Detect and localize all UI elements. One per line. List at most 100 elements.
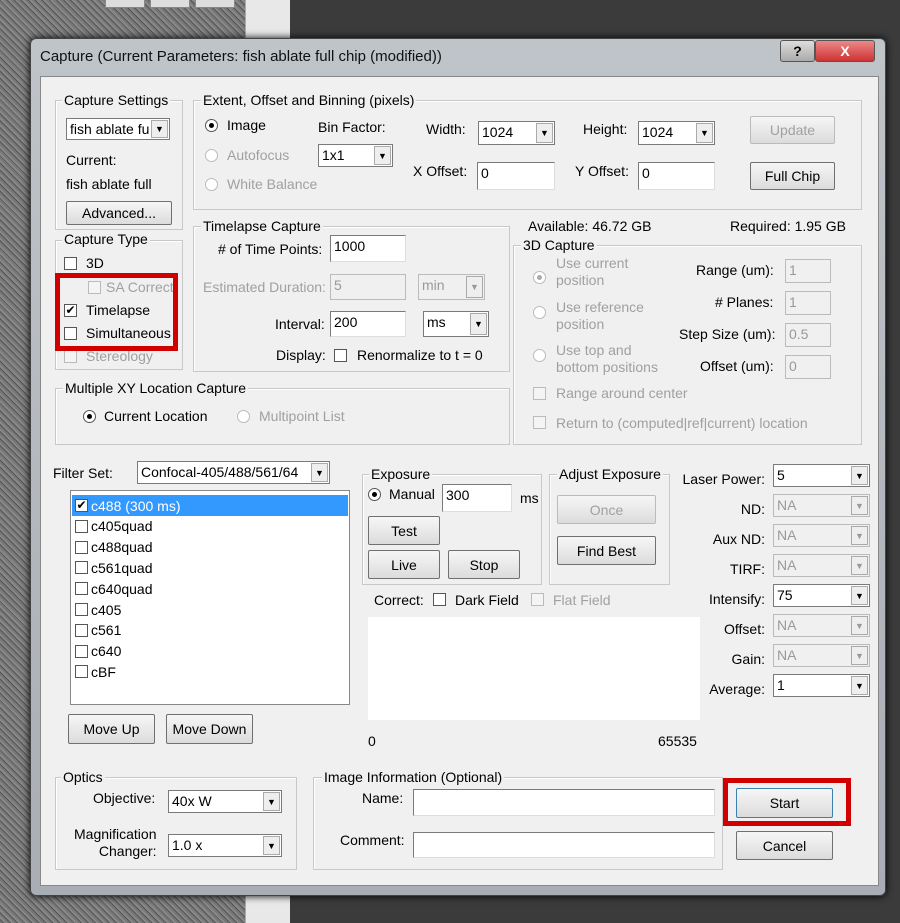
laser-setting-select[interactable]: 5 ▼	[773, 464, 870, 487]
objective-select[interactable]: 40x W ▼	[168, 790, 282, 813]
multipoint-radio[interactable]	[237, 410, 250, 423]
3d-checkbox[interactable]	[64, 257, 77, 270]
filter-checkbox[interactable]	[75, 603, 88, 616]
exposure-input[interactable]: 300	[442, 484, 512, 512]
flat-field-checkbox[interactable]	[531, 593, 544, 606]
comment-input[interactable]	[413, 832, 715, 858]
filter-name: c405	[91, 601, 122, 618]
step-size-input[interactable]: 0.5	[785, 323, 831, 347]
filter-list-item[interactable]: c561	[72, 620, 348, 641]
filter-list-item[interactable]: c561quad	[72, 557, 348, 578]
return-location-checkbox[interactable]	[533, 416, 546, 429]
laser-setting-select[interactable]: NA ▼	[773, 614, 870, 637]
planes-input[interactable]: 1	[785, 291, 831, 315]
white-balance-radio[interactable]	[205, 178, 218, 191]
filter-list-item[interactable]: c405quad	[72, 516, 348, 537]
manual-radio[interactable]	[368, 488, 381, 501]
laser-setting-select[interactable]: NA ▼	[773, 524, 870, 547]
laser-setting-select[interactable]: NA ▼	[773, 644, 870, 667]
select-value: 40x W	[172, 793, 212, 809]
flat-field-label: Flat Field	[553, 592, 611, 608]
offset-3d-input[interactable]: 0	[785, 355, 831, 379]
use-reference-radio[interactable]	[533, 306, 546, 319]
move-down-button[interactable]: Move Down	[166, 714, 253, 744]
filter-name: c488quad	[91, 539, 153, 556]
laser-setting-label: TIRF:	[730, 561, 765, 577]
full-chip-button[interactable]: Full Chip	[750, 162, 835, 190]
range-center-checkbox[interactable]	[533, 387, 546, 400]
live-button[interactable]: Live	[368, 550, 440, 579]
filter-list-item[interactable]: c640	[72, 641, 348, 662]
filter-checkbox[interactable]	[75, 519, 88, 533]
preset-select[interactable]: fish ablate fu ▼	[66, 118, 170, 140]
filter-checkbox[interactable]	[75, 561, 88, 575]
name-input[interactable]	[413, 789, 715, 816]
height-select[interactable]: 1024 ▼	[638, 121, 715, 145]
laser-setting-select[interactable]: 1 ▼	[773, 674, 870, 697]
estimated-duration-input[interactable]: 5	[330, 274, 406, 300]
test-button[interactable]: Test	[368, 516, 440, 545]
filter-list-item[interactable]: c640quad	[72, 578, 348, 599]
available-space: Available: 46.72 GB	[528, 218, 652, 234]
filter-checkbox[interactable]	[75, 665, 88, 679]
find-best-button[interactable]: Find Best	[557, 536, 656, 565]
filter-checkbox[interactable]	[75, 623, 88, 637]
interval-unit-select[interactable]: ms ▼	[423, 311, 489, 337]
label-line: Use top and	[556, 342, 632, 358]
once-button[interactable]: Once	[557, 495, 656, 524]
current-location-radio[interactable]	[83, 410, 96, 423]
name-label: Name:	[362, 790, 404, 806]
filter-checkbox[interactable]	[75, 582, 88, 596]
histogram-max: 65535	[658, 733, 697, 749]
filter-list-item[interactable]: cBF	[72, 661, 348, 682]
select-value: fish ablate fu	[70, 121, 150, 137]
move-up-button[interactable]: Move Up	[68, 714, 155, 744]
filter-list-item[interactable]: c405	[72, 599, 348, 620]
duration-unit-select[interactable]: min ▼	[418, 274, 485, 300]
filter-set-select[interactable]: Confocal-405/488/561/64 ▼	[137, 461, 330, 484]
filter-list-item[interactable]: ✔ c488 (300 ms)	[72, 495, 348, 516]
renormalize-checkbox[interactable]	[334, 349, 347, 362]
use-current-radio[interactable]	[533, 271, 546, 284]
use-top-bottom-radio[interactable]	[533, 349, 546, 362]
label-line: position	[556, 272, 605, 288]
y-offset-input[interactable]: 0	[638, 162, 715, 190]
planes-label: # Planes:	[715, 294, 774, 310]
laser-setting-select[interactable]: NA ▼	[773, 494, 870, 517]
dark-field-checkbox[interactable]	[433, 593, 446, 606]
required-space: Required: 1.95 GB	[730, 218, 846, 234]
image-radio[interactable]	[205, 119, 218, 132]
time-points-input[interactable]: 1000	[330, 235, 406, 262]
select-value: 1024	[482, 124, 514, 140]
filter-checkbox[interactable]	[75, 644, 88, 658]
select-value: NA	[777, 527, 797, 543]
chevron-down-icon: ▼	[851, 496, 868, 515]
range-input[interactable]: 1	[785, 259, 831, 283]
close-button[interactable]: X	[815, 40, 875, 62]
bin-select[interactable]: 1x1 ▼	[318, 144, 393, 167]
help-button[interactable]: ?	[780, 40, 815, 62]
interval-label: Interval:	[275, 316, 325, 332]
width-select[interactable]: 1024 ▼	[478, 121, 555, 145]
filter-list-item[interactable]: c488quad	[72, 537, 348, 558]
x-offset-input[interactable]: 0	[477, 162, 555, 190]
autofocus-radio[interactable]	[205, 149, 218, 162]
white-balance-label: White Balance	[227, 176, 318, 192]
stop-button[interactable]: Stop	[448, 550, 520, 579]
filter-checkbox[interactable]: ✔	[75, 499, 88, 512]
cancel-button[interactable]: Cancel	[736, 831, 833, 860]
advanced-button[interactable]: Advanced...	[66, 201, 172, 225]
stereology-checkbox[interactable]	[64, 350, 77, 363]
chevron-down-icon: ▼	[851, 466, 868, 485]
group-label: 3D Capture	[521, 237, 597, 253]
filter-checkbox[interactable]	[75, 540, 88, 554]
interval-input[interactable]: 200	[330, 311, 406, 337]
estimated-duration-label: Estimated Duration:	[203, 279, 326, 295]
update-button[interactable]: Update	[750, 116, 835, 144]
laser-setting-select[interactable]: 75 ▼	[773, 584, 870, 607]
filter-name: c640	[91, 643, 122, 660]
magnification-select[interactable]: 1.0 x ▼	[168, 834, 282, 857]
laser-setting-select[interactable]: NA ▼	[773, 554, 870, 577]
group-label: Capture Type	[62, 231, 150, 247]
laser-setting-label: Laser Power:	[682, 471, 765, 487]
